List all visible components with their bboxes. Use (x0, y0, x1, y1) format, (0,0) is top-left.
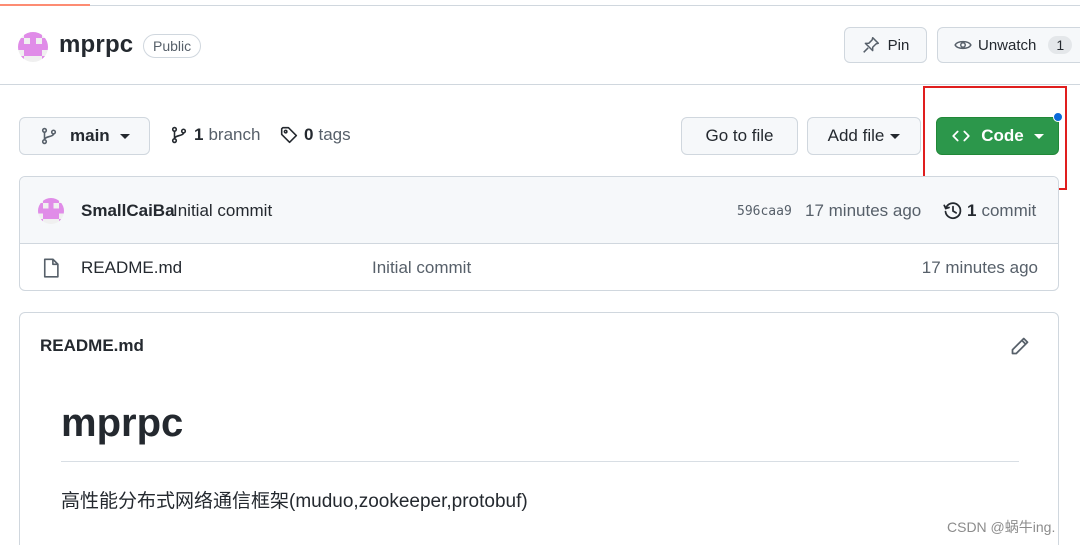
highlight-annotation-box (923, 86, 1067, 190)
repo-header: mprpc Public Pin Unwatch 1 (0, 7, 1080, 85)
watermark: CSDN @蜗牛ing. (947, 519, 1056, 535)
file-time: 17 minutes ago (921, 258, 1038, 277)
pin-label: Pin (887, 36, 910, 54)
file-commit-message[interactable]: Initial commit (372, 258, 471, 278)
chevron-down-icon (119, 133, 130, 139)
readme-description: 高性能分布式网络通信框架(muduo,zookeeper,protobuf) (61, 491, 528, 512)
pin-icon (862, 36, 880, 54)
unwatch-button[interactable]: Unwatch 1 (937, 27, 1080, 63)
readme-title: README.md (40, 336, 144, 355)
unwatch-label: Unwatch (978, 36, 1037, 54)
heading-divider (61, 461, 1019, 462)
file-list: SmallCaiBa Initial commit 596caa9 17 min… (19, 176, 1059, 291)
owner-avatar[interactable] (18, 32, 48, 62)
tag-icon (280, 126, 298, 144)
commit-time: 17 minutes ago (805, 201, 922, 220)
go-to-file-button[interactable]: Go to file (681, 117, 798, 155)
branch-name: main (70, 126, 110, 145)
branch-count: 1 (194, 125, 204, 144)
latest-commit-row: SmallCaiBa Initial commit 596caa9 17 min… (20, 177, 1058, 244)
tag-count: 0 (304, 125, 314, 144)
repo-name[interactable]: mprpc (59, 31, 133, 59)
readme-heading: mprpc (61, 401, 184, 445)
git-branch-icon (170, 126, 188, 144)
pin-button[interactable]: Pin (844, 27, 927, 63)
file-name[interactable]: README.md (81, 258, 182, 278)
history-icon (943, 201, 963, 221)
commit-author[interactable]: SmallCaiBa (81, 201, 175, 221)
git-branch-icon (40, 127, 58, 145)
author-avatar[interactable] (38, 198, 64, 224)
readme-panel: README.md mprpc 高性能分布式网络通信框架(muduo,zooke… (19, 312, 1059, 545)
commit-count-label: commit (981, 201, 1037, 220)
add-file-button[interactable]: Add file (807, 117, 921, 155)
eye-icon (954, 36, 972, 54)
commit-message[interactable]: Initial commit (173, 201, 272, 221)
tag-label: tags (318, 125, 351, 144)
watch-count: 1 (1048, 36, 1073, 54)
branch-select-button[interactable]: main (19, 117, 150, 155)
add-file-label: Add file (827, 126, 885, 145)
top-nav-strip (0, 0, 1080, 6)
branches-link[interactable]: 1 branch (170, 125, 260, 145)
tags-link[interactable]: 0 tags (280, 125, 351, 145)
file-row[interactable]: README.md Initial commit 17 minutes ago (20, 244, 1058, 290)
visibility-badge: Public (143, 34, 202, 58)
active-tab-underline (0, 4, 90, 6)
chevron-down-icon (890, 133, 901, 139)
pencil-icon[interactable] (1010, 336, 1030, 356)
branch-label: branch (208, 125, 261, 144)
commit-sha[interactable]: 596caa9 (737, 204, 792, 219)
commit-count: 1 (967, 201, 977, 220)
file-icon (42, 258, 60, 278)
commits-link[interactable]: 1 commit (943, 201, 1036, 221)
